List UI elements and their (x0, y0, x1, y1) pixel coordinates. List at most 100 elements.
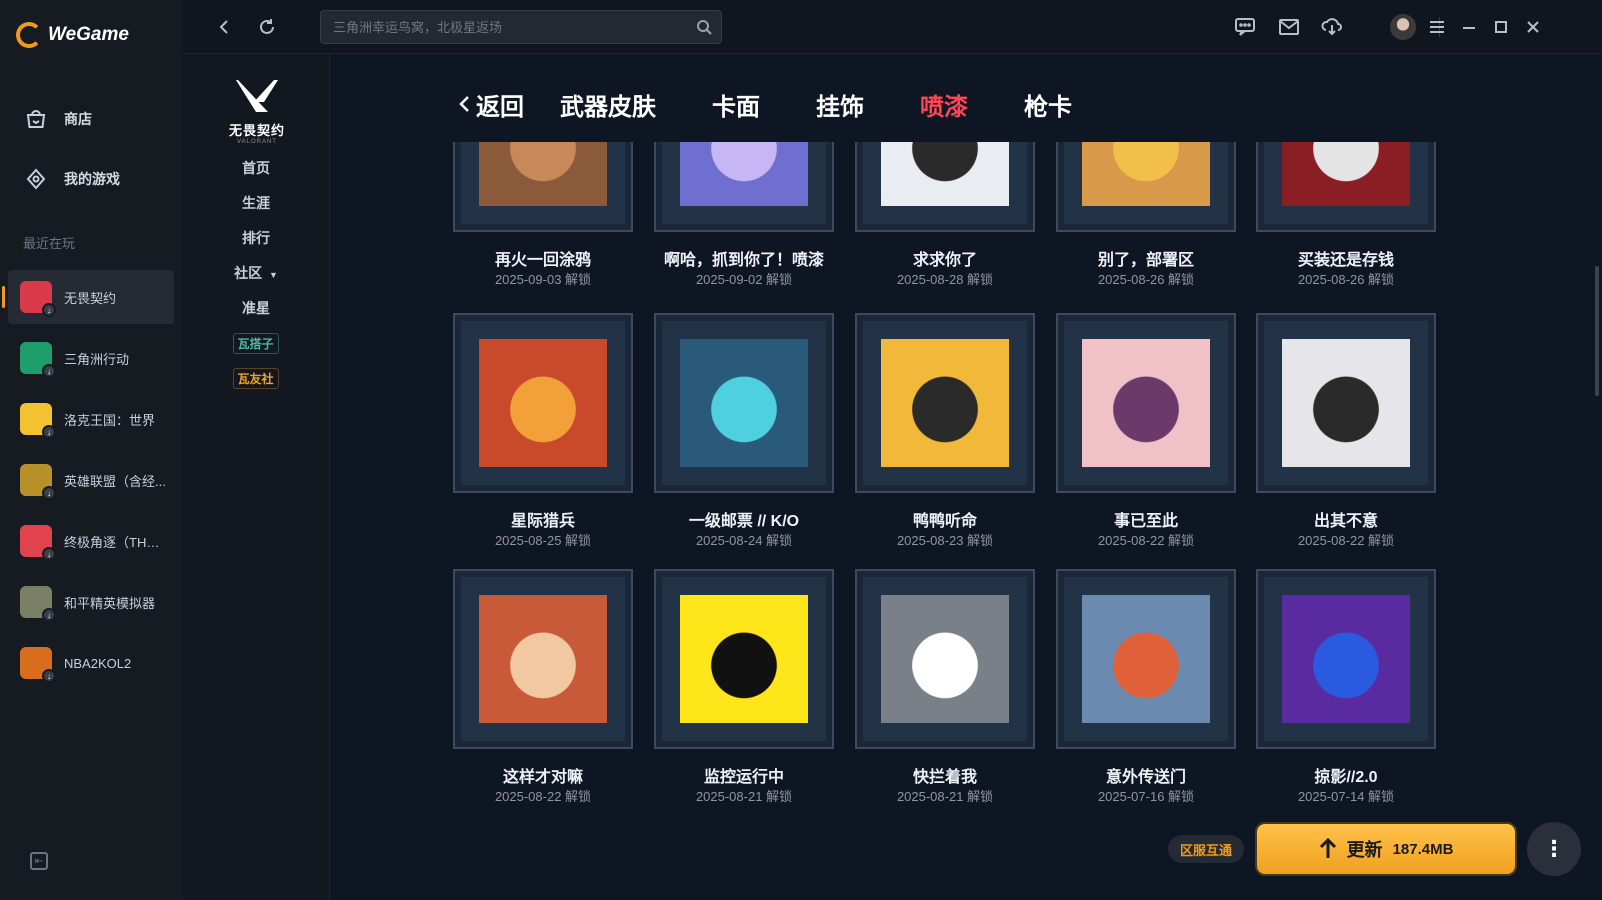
spray-card[interactable]: 星际猎兵 2025-08-25 解锁 (453, 313, 633, 548)
spray-image (479, 339, 607, 467)
subnav-crosshair[interactable]: 准星 (182, 298, 330, 318)
spray-image (881, 339, 1009, 467)
collapse-sidebar-icon[interactable]: ⇤ (30, 852, 48, 870)
main-content: 返回 武器皮肤 卡面 挂饰 喷漆 枪卡 再火一回涂鸦 2025-09-03 解锁 啊… (330, 54, 1602, 900)
recent-game-item[interactable]: ↓ 和平精英模拟器 (8, 575, 174, 629)
download-badge-icon: ↓ (42, 608, 56, 622)
spray-card[interactable]: 求求你了 2025-08-28 解锁 (855, 142, 1035, 287)
game-name: 终极角逐（THE ... (64, 534, 168, 550)
spray-frame (453, 569, 633, 749)
spray-name: 意外传送门 (1105, 769, 1186, 786)
tab-buddies[interactable]: 挂饰 (816, 87, 864, 122)
spray-card[interactable]: 一级邮票 // K/O 2025-08-24 解锁 (654, 313, 834, 548)
subnav-community[interactable]: 社区 ▼ (182, 263, 330, 283)
valorant-logo[interactable]: 无畏契约 VALORANT (222, 76, 292, 145)
spray-card[interactable]: 这样才对嘛 2025-08-22 解锁 (453, 569, 633, 804)
refresh-icon[interactable] (254, 14, 280, 40)
collection-tabs: 返回 武器皮肤 卡面 挂饰 喷漆 枪卡 (458, 84, 1128, 124)
game-icon: ↓ (20, 403, 56, 439)
spray-card[interactable]: 啊哈，抓到你了！喷漆 2025-09-02 解锁 (654, 142, 834, 287)
spray-card[interactable]: 别了，部署区 2025-08-26 解锁 (1056, 142, 1236, 287)
spray-name: 别了，部署区 (1097, 252, 1194, 269)
spray-name: 监控运行中 (703, 769, 784, 786)
mail-icon[interactable] (1276, 14, 1302, 40)
spray-unlock-date: 2025-08-28 解锁 (896, 272, 994, 287)
game-name: 洛克王国：世界 (64, 412, 156, 428)
update-button[interactable]: 更新 187.4MB (1255, 822, 1517, 876)
recent-game-item[interactable]: ↓ 三角洲行动 (8, 331, 174, 385)
nav-my-games[interactable]: 我的游戏 (0, 156, 182, 202)
download-manager-icon[interactable] (1319, 14, 1345, 40)
tab-player-cards[interactable]: 卡面 (712, 87, 760, 122)
scrollbar-thumb[interactable] (1595, 266, 1599, 396)
spray-card[interactable]: 事已至此 2025-08-22 解锁 (1056, 313, 1236, 548)
close-icon[interactable] (1520, 14, 1546, 40)
top-bar (182, 0, 1602, 54)
spray-frame (855, 569, 1035, 749)
search-input[interactable] (321, 11, 681, 43)
recent-game-item[interactable]: ↓ NBA2KOL2 (8, 636, 174, 690)
subnav-career[interactable]: 生涯 (182, 193, 330, 213)
spray-frame (855, 142, 1035, 232)
subnav-tag-club[interactable]: 瓦友社 (232, 368, 279, 389)
subnav-tag-partner[interactable]: 瓦搭子 (232, 333, 279, 354)
spray-unlock-date: 2025-08-26 解锁 (1097, 272, 1195, 287)
tab-gun-cards[interactable]: 枪卡 (1024, 87, 1072, 122)
spray-image (1082, 339, 1210, 467)
spray-image (881, 595, 1009, 723)
maximize-icon[interactable] (1488, 14, 1514, 40)
spray-unlock-date: 2025-08-22 解锁 (1097, 533, 1195, 548)
minimize-icon[interactable] (1456, 14, 1482, 40)
subnav-home[interactable]: 首页 (182, 158, 330, 178)
spray-name: 事已至此 (1113, 513, 1178, 530)
nav-store[interactable]: 商店 (0, 96, 182, 142)
spray-image (680, 595, 808, 723)
spray-card[interactable]: 快拦着我 2025-08-21 解锁 (855, 569, 1035, 804)
back-button[interactable]: 返回 (458, 87, 524, 122)
download-badge-icon: ↓ (42, 547, 56, 561)
more-options-button[interactable]: ⋮ (1527, 822, 1581, 876)
download-badge-icon: ↓ (42, 303, 56, 317)
game-icon: ↓ (20, 464, 56, 500)
menu-icon[interactable] (1424, 14, 1450, 40)
spray-name: 一级邮票 // K/O (688, 513, 800, 530)
chat-bubble-icon[interactable] (1232, 14, 1258, 40)
nav-label: 商店 (64, 111, 92, 127)
spray-frame (1256, 313, 1436, 493)
region-interop-badge[interactable]: 区服互通 (1168, 835, 1245, 863)
spray-unlock-date: 2025-08-23 解锁 (896, 533, 994, 548)
download-badge-icon: ↓ (42, 486, 56, 500)
tab-sprays[interactable]: 喷漆 (920, 87, 968, 122)
spray-name: 快拦着我 (912, 769, 977, 786)
search-icon[interactable] (695, 18, 713, 36)
download-badge-icon: ↓ (42, 669, 56, 683)
recent-game-item[interactable]: ↓ 无畏契约 (2, 270, 174, 324)
wegame-logo[interactable]: WeGame (16, 22, 129, 48)
spray-card[interactable]: 鸭鸭听命 2025-08-23 解锁 (855, 313, 1035, 548)
back-arrow-icon[interactable] (212, 14, 238, 40)
spray-card[interactable]: 意外传送门 2025-07-16 解锁 (1056, 569, 1236, 804)
tab-weapon-skins[interactable]: 武器皮肤 (560, 87, 656, 122)
subnav-ranking[interactable]: 排行 (182, 228, 330, 248)
recent-game-item[interactable]: ↓ 英雄联盟（含经... (8, 453, 174, 507)
spray-name: 求求你了 (912, 252, 977, 269)
spray-image (1282, 339, 1410, 467)
recent-game-item[interactable]: ↓ 终极角逐（THE ... (8, 514, 174, 568)
spray-card[interactable]: 掠影//2.0 2025-07-14 解锁 (1256, 569, 1436, 804)
game-name: NBA2KOL2 (64, 655, 132, 671)
spray-card[interactable]: 监控运行中 2025-08-21 解锁 (654, 569, 834, 804)
spray-card[interactable]: 买装还是存钱 2025-08-26 解锁 (1256, 142, 1436, 287)
recent-played-title: 最近在玩 (23, 236, 76, 251)
chevron-left-icon (459, 96, 469, 112)
game-icon: ↓ (20, 525, 56, 561)
spray-card[interactable]: 出其不意 2025-08-22 解锁 (1256, 313, 1436, 548)
spray-frame (1256, 142, 1436, 232)
spray-name: 这样才对嘛 (502, 769, 583, 786)
valorant-logo-text: 无畏契约 (228, 123, 285, 138)
spray-name: 出其不意 (1313, 513, 1378, 530)
user-avatar[interactable] (1390, 14, 1416, 40)
wegame-logo-icon (16, 22, 42, 48)
gamepad-icon (26, 168, 46, 190)
recent-game-item[interactable]: ↓ 洛克王国：世界 (8, 392, 174, 446)
spray-card[interactable]: 再火一回涂鸦 2025-09-03 解锁 (453, 142, 633, 287)
